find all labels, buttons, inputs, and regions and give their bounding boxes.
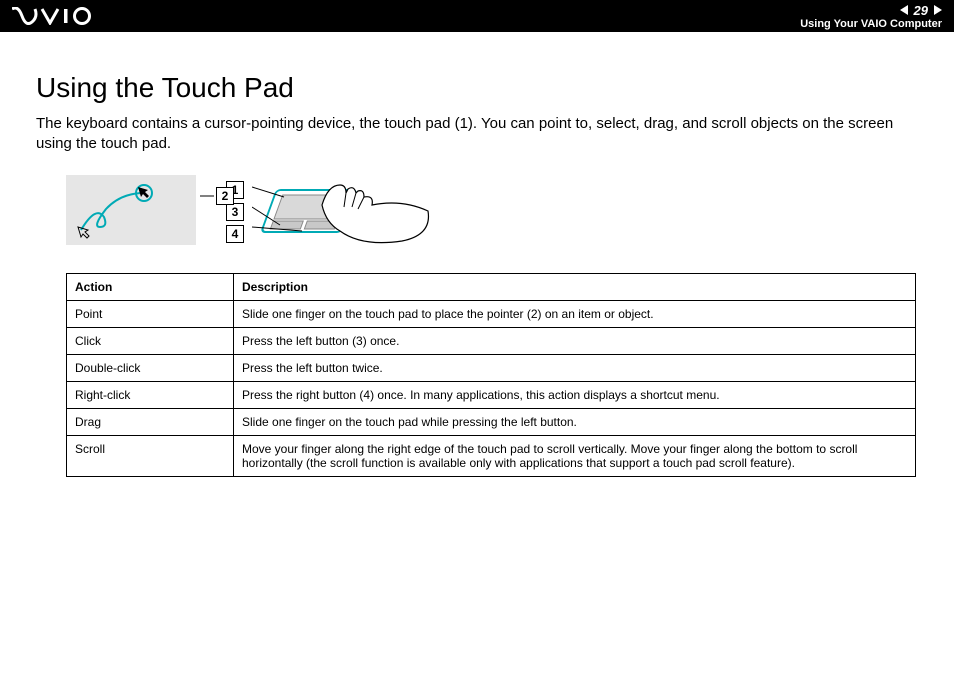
page-number: 29: [914, 3, 928, 18]
header-bar: 29 Using Your VAIO Computer: [0, 0, 954, 32]
vaio-logo: [12, 7, 102, 25]
diagram-area: 2 1 3 4: [66, 175, 918, 258]
callout-pointer: 2: [216, 187, 234, 205]
diagram-cursor-path: [66, 175, 196, 245]
table-row: Double-clickPress the left button twice.: [67, 354, 916, 381]
table-row: PointSlide one finger on the touch pad t…: [67, 300, 916, 327]
callout-left-button: 3: [226, 203, 244, 221]
table-header-action: Action: [67, 273, 234, 300]
table-row: ClickPress the left button (3) once.: [67, 327, 916, 354]
table-row: ScrollMove your finger along the right e…: [67, 435, 916, 476]
actions-table: Action Description PointSlide one finger…: [66, 273, 916, 477]
header-section: Using Your VAIO Computer: [800, 18, 942, 30]
nav-prev-icon[interactable]: [900, 5, 908, 15]
nav-next-icon[interactable]: [934, 5, 942, 15]
callout-right-button: 4: [226, 225, 244, 243]
diagram-touchpad-hand: [252, 175, 432, 258]
intro-paragraph: The keyboard contains a cursor-pointing …: [36, 114, 918, 155]
page-title: Using the Touch Pad: [36, 72, 918, 104]
table-row: DragSlide one finger on the touch pad wh…: [67, 408, 916, 435]
table-header-description: Description: [234, 273, 916, 300]
table-row: Right-clickPress the right button (4) on…: [67, 381, 916, 408]
